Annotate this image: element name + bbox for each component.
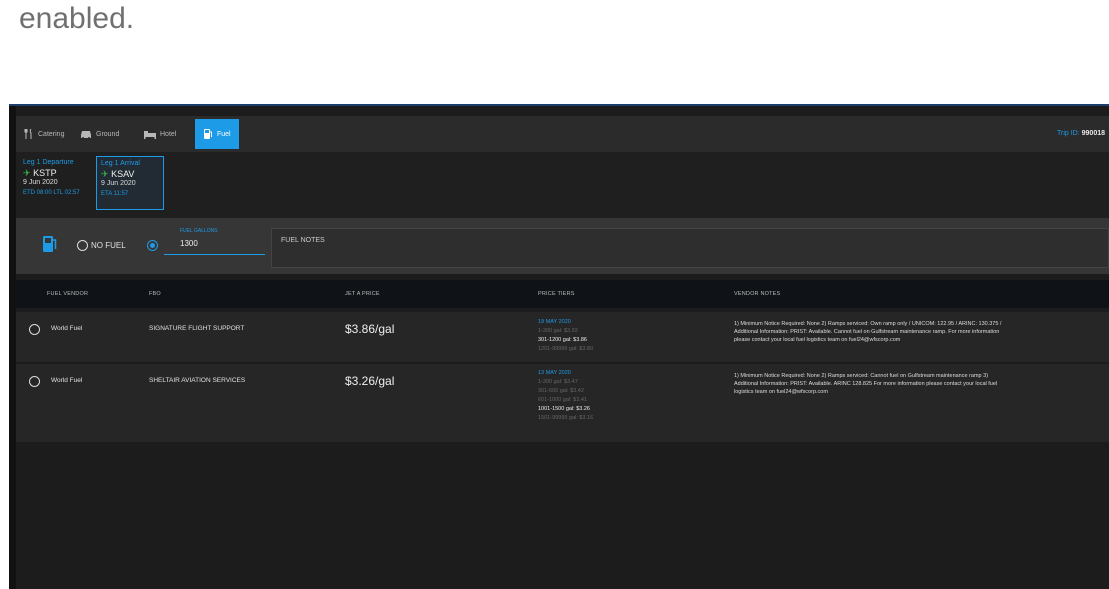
vendor-note-line: Additional Information: PRIST: Available… xyxy=(734,329,1000,335)
trip-id-value: 990018 xyxy=(1081,130,1105,137)
fuel-gallons-radio[interactable] xyxy=(147,240,158,251)
fuel-gallons-input[interactable]: 1300 xyxy=(180,239,198,248)
tier-line: 1501-99999 gal: $3.16 xyxy=(538,415,594,421)
col-price-tiers: PRICE TIERS xyxy=(538,291,575,297)
bed-icon xyxy=(144,130,156,139)
vendor-note-line: logistics team on fuel24@wfscorp.com xyxy=(734,389,828,395)
tier-line: 1-300 gal: $3.47 xyxy=(538,379,578,385)
tier-line: 601-1000 gal: $3.41 xyxy=(538,397,587,403)
tab-catering-label: Catering xyxy=(38,130,65,138)
tab-catering[interactable]: Catering xyxy=(24,119,64,149)
plane-arrival-icon: ✈ xyxy=(101,169,109,179)
leg-departure-status: ETD 08:00 LTL 02:57 xyxy=(23,190,80,196)
tab-fuel[interactable]: Fuel xyxy=(195,119,239,149)
vendor-note-line: 1) Minimum Notice Required: None 2) Ramp… xyxy=(734,373,989,379)
plane-departure-icon: ✈ xyxy=(23,168,31,178)
tier-line: 1-300 gal: $3.92 xyxy=(538,328,578,334)
no-fuel-radio[interactable] xyxy=(77,240,88,251)
row-fbo: SHELTAIR AVIATION SERVICES xyxy=(149,377,246,384)
row-price: $3.26/gal xyxy=(345,374,395,388)
vendor-select-radio[interactable] xyxy=(29,324,40,335)
trip-id: Trip ID: 990018 xyxy=(1057,130,1105,137)
left-edge-bar xyxy=(9,106,16,589)
leg-arrival-status: ETA 11:57 xyxy=(101,191,129,197)
row-fbo: SIGNATURE FLIGHT SUPPORT xyxy=(149,325,245,332)
service-tab-bar: Catering Ground Hotel Fuel Trip ID: 9900… xyxy=(16,116,1109,152)
utensils-icon xyxy=(24,129,32,139)
leg-arrival-title: Leg 1 Arrival xyxy=(101,160,140,167)
row-vendor: World Fuel xyxy=(51,377,83,384)
tab-hotel-label: Hotel xyxy=(160,130,177,138)
fuel-notes-placeholder: FUEL NOTES xyxy=(281,237,325,244)
trip-app-window: Catering Ground Hotel Fuel Trip ID: 9900… xyxy=(9,104,1109,589)
tab-ground-label: Ground xyxy=(96,130,120,138)
fuel-pump-icon xyxy=(43,236,57,252)
car-icon xyxy=(81,131,91,139)
row-vendor: World Fuel xyxy=(51,325,83,332)
intro-text: enabled. xyxy=(19,2,135,35)
tier-date: 19 MAY 2020 xyxy=(538,319,571,325)
tier-line: 1201-99999 gal: $3.80 xyxy=(538,346,594,352)
leg-departure-card[interactable]: Leg 1 Departure ✈ KSTP 9 Jun 2020 ETD 08… xyxy=(19,156,101,208)
fuel-gallons-underline xyxy=(164,254,265,255)
leg-departure-code: KSTP xyxy=(33,168,57,178)
vendor-select-radio[interactable] xyxy=(29,376,40,387)
tab-ground[interactable]: Ground xyxy=(80,119,119,149)
no-fuel-label: NO FUEL xyxy=(91,241,126,250)
fuel-icon xyxy=(204,129,212,139)
leg-selector: Leg 1 Departure ✈ KSTP 9 Jun 2020 ETD 08… xyxy=(16,152,1109,218)
trip-id-label: Trip ID: xyxy=(1057,130,1080,137)
fuel-gallons-label: FUEL GALLONS xyxy=(180,228,218,234)
fuel-notes-field[interactable]: FUEL NOTES xyxy=(271,228,1109,268)
row-price: $3.86/gal xyxy=(345,322,395,336)
tier-line-selected: 1001-1500 gal: $3.26 xyxy=(538,406,590,412)
table-row[interactable]: World Fuel SHELTAIR AVIATION SERVICES $3… xyxy=(16,364,1109,442)
row-price-tiers: 13 MAY 2020 1-300 gal: $3.47 301-600 gal… xyxy=(538,369,593,423)
leg-arrival-code: KSAV xyxy=(111,169,135,179)
table-row[interactable]: World Fuel SIGNATURE FLIGHT SUPPORT $3.8… xyxy=(16,312,1109,362)
vendor-table-header: FUEL VENDOR FBO JET A PRICE PRICE TIERS … xyxy=(16,280,1109,308)
col-jet-a-price: JET A PRICE xyxy=(345,291,380,297)
row-price-tiers: 19 MAY 2020 1-300 gal: $3.92 301-1200 ga… xyxy=(538,318,593,354)
fuel-request-panel: NO FUEL FUEL GALLONS 1300 FUEL NOTES xyxy=(16,218,1109,274)
vendor-note-line: please contact your local fuel logistics… xyxy=(734,337,901,343)
tab-fuel-label: Fuel xyxy=(217,130,231,138)
col-fuel-vendor: FUEL VENDOR xyxy=(47,291,89,297)
col-fbo: FBO xyxy=(149,291,161,297)
leg-departure-date: 9 Jun 2020 xyxy=(23,179,58,186)
tier-line: 301-600 gal: $3.42 xyxy=(538,388,584,394)
leg-arrival-card[interactable]: Leg 1 Arrival ✈ KSAV 9 Jun 2020 ETA 11:5… xyxy=(96,156,164,210)
row-vendor-notes: 1) Minimum Notice Required: None 2) Ramp… xyxy=(734,320,1101,344)
tier-line-selected: 301-1200 gal: $3.86 xyxy=(538,337,587,343)
leg-arrival-date: 9 Jun 2020 xyxy=(101,180,136,187)
tier-date: 13 MAY 2020 xyxy=(538,370,571,376)
vendor-note-line: Additional Information: PRIST: Available… xyxy=(734,381,998,387)
col-vendor-notes: VENDOR NOTES xyxy=(734,291,781,297)
row-vendor-notes: 1) Minimum Notice Required: None 2) Ramp… xyxy=(734,372,1101,396)
vendor-note-line: 1) Minimum Notice Required: None 2) Ramp… xyxy=(734,321,1002,327)
tab-hotel[interactable]: Hotel xyxy=(144,119,176,149)
leg-departure-title: Leg 1 Departure xyxy=(23,159,74,166)
